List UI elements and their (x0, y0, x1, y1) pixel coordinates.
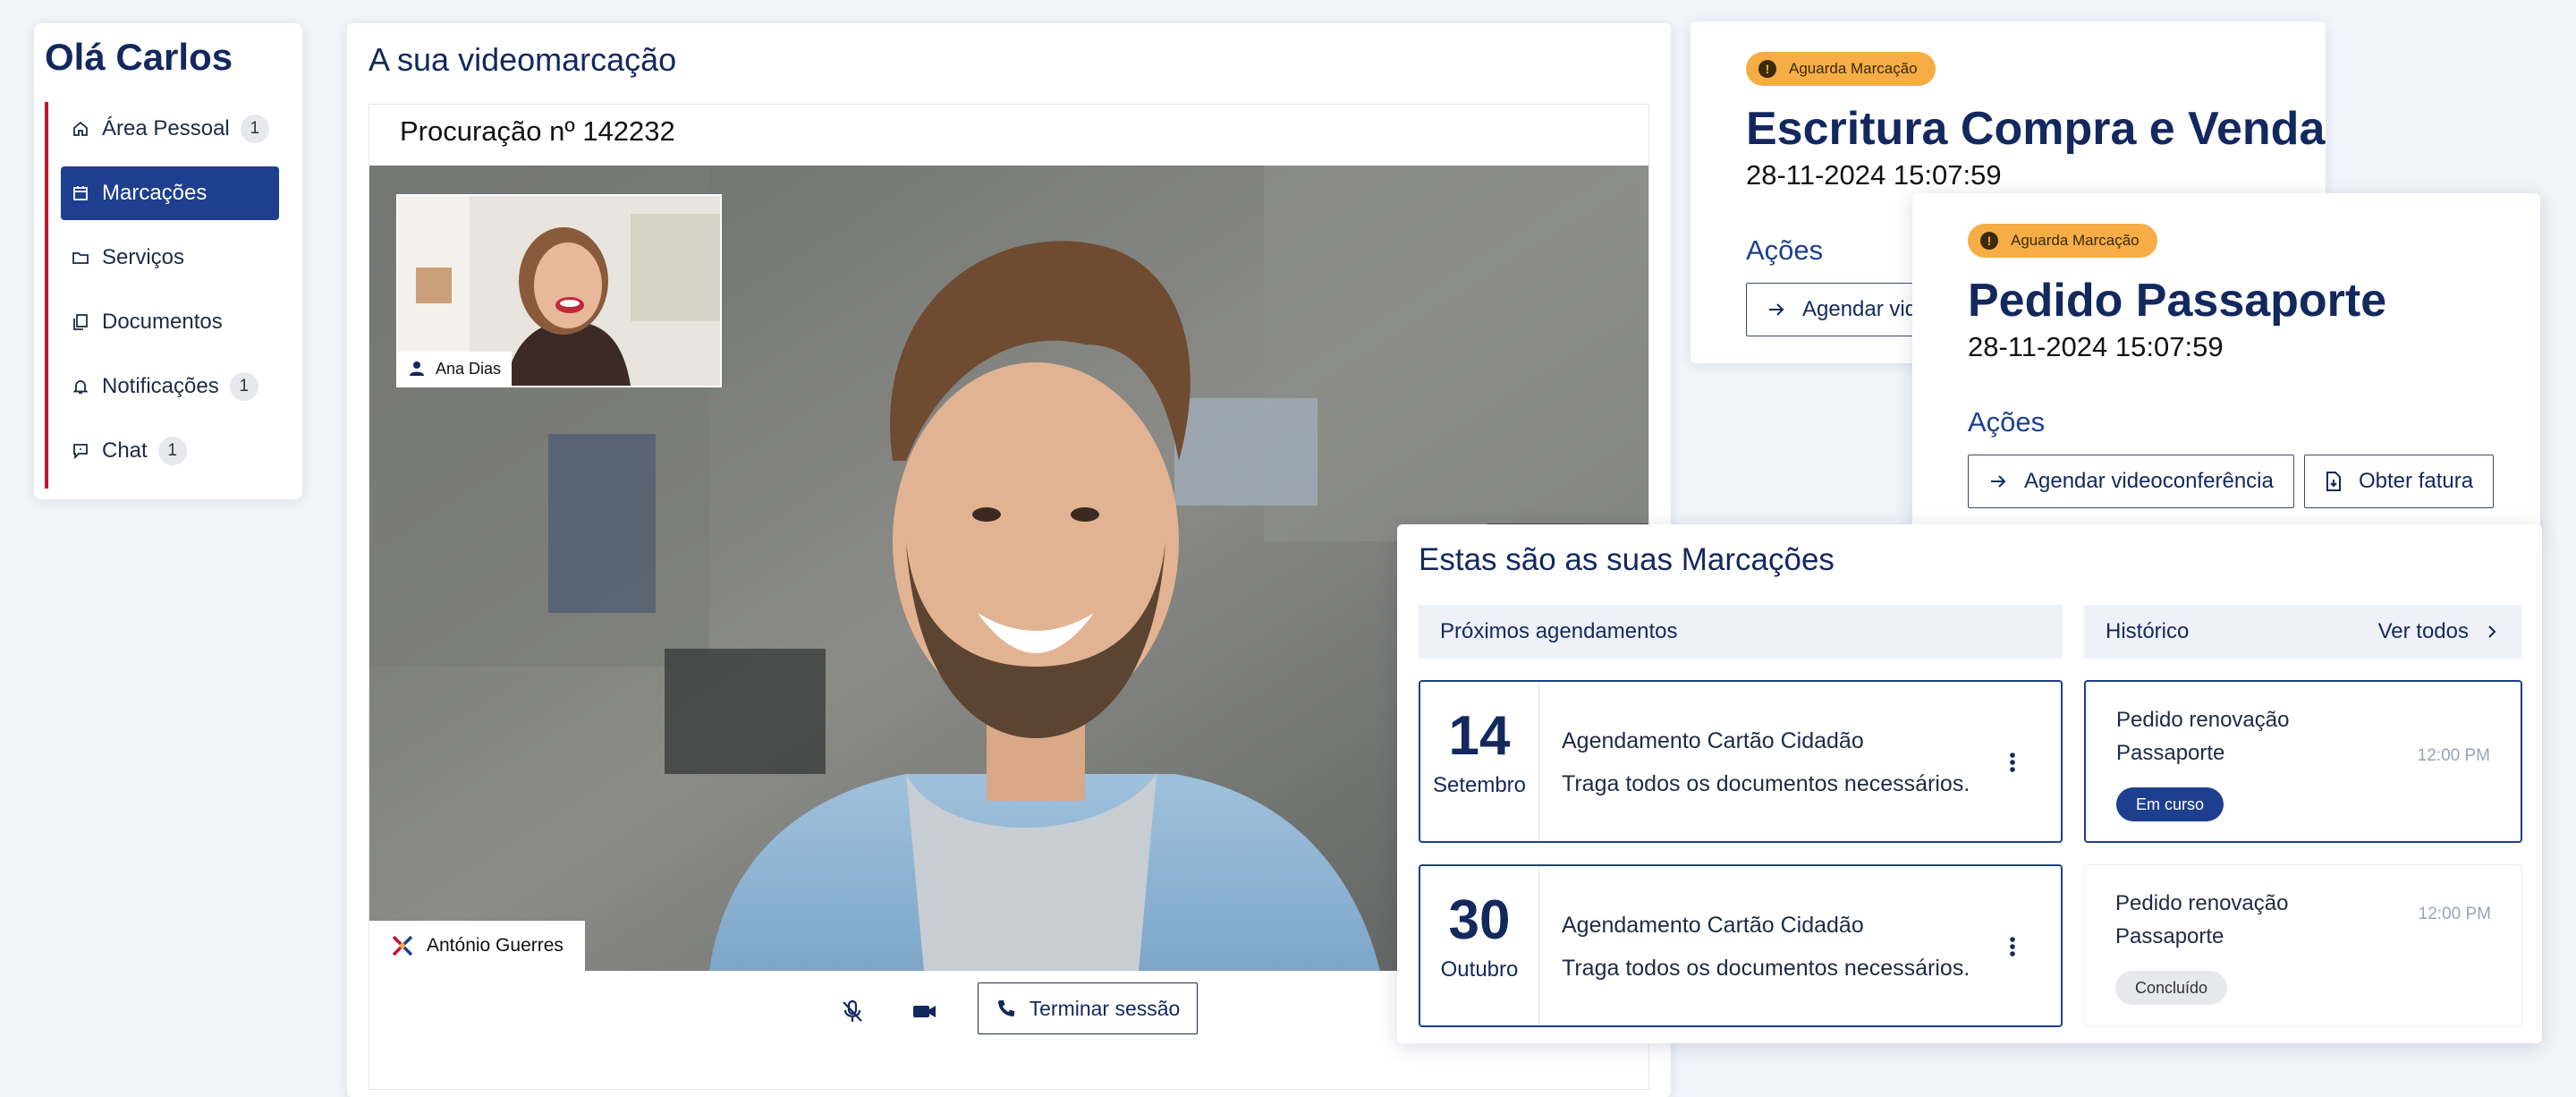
more-options-icon[interactable] (2009, 752, 2016, 778)
upcoming-header: Próximos agendamentos (1419, 605, 2063, 659)
appointment-date: 30 Outubro (1420, 866, 1539, 1025)
video-call-title: Procuração nº 142232 (400, 115, 675, 147)
status-badge: Em curso (2116, 787, 2224, 821)
sidebar-item-servicos[interactable]: Serviços (61, 231, 279, 285)
appointments-title: Estas são as suas Marcações (1419, 542, 1835, 577)
booking-title: Pedido Passaporte (1968, 275, 2387, 327)
count-badge: 1 (229, 372, 258, 401)
main-participant-name: António Guerres (427, 935, 564, 956)
sidebar: Olá Carlos Área Pessoal 1 Marcações Serv… (34, 23, 302, 499)
more-options-icon[interactable] (2009, 936, 2016, 962)
chat-icon (72, 442, 89, 460)
appointment-card[interactable]: 14 Setembro Agendamento Cartão Cidadão T… (1419, 680, 2063, 843)
mic-off-icon[interactable] (838, 997, 867, 1025)
appointment-month: Outubro (1440, 957, 1519, 982)
calendar-icon (72, 184, 89, 202)
status-badge: ! Aguarda Marcação (1968, 224, 2157, 258)
appointment-subtitle: Traga todos os documentos necessários. (1562, 771, 1970, 796)
arrow-right-icon (1991, 475, 2006, 488)
invoice-icon (2326, 472, 2341, 491)
sidebar-item-chat[interactable]: Chat 1 (61, 424, 279, 478)
appointment-month: Setembro (1432, 773, 1527, 797)
appointment-day: 14 (1448, 705, 1511, 767)
history-time: 12:00 PM (2417, 746, 2490, 765)
greeting: Olá Carlos (45, 36, 233, 78)
history-label: Histórico (2106, 619, 2190, 643)
sidebar-nav: Área Pessoal 1 Marcações Serviços Docume… (45, 102, 290, 489)
invoice-label: Obter fatura (2359, 469, 2474, 493)
sidebar-item-label: Área Pessoal (102, 116, 230, 140)
appointment-day: 30 (1448, 889, 1511, 951)
sidebar-item-label: Notificações (102, 374, 219, 398)
booking-datetime: 28-11-2024 15:07:59 (1968, 331, 2224, 362)
see-all-link[interactable]: Ver todos (2378, 619, 2501, 644)
self-view-video[interactable]: Ana Dias (396, 194, 722, 387)
history-header: Histórico Ver todos (2084, 605, 2522, 659)
end-session-label: Terminar sessão (1029, 996, 1181, 1020)
status-label: Aguarda Marcação (1789, 60, 1918, 77)
upcoming-label: Próximos agendamentos (1440, 619, 1678, 643)
video-heading: A sua videomarcação (369, 41, 677, 78)
booking-title: Escritura Compra e Venda (1746, 103, 2326, 155)
appointment-subtitle: Traga todos os documentos necessários. (1562, 956, 1970, 981)
home-icon (72, 120, 89, 138)
chevron-right-icon (2488, 625, 2496, 638)
sidebar-item-label: Marcações (102, 181, 208, 205)
main-participant-tag: António Guerres (369, 921, 585, 971)
logo-icon (392, 935, 413, 957)
participant-name: Ana Dias (436, 359, 502, 378)
sidebar-item-label: Chat (102, 438, 148, 463)
schedule-videoconference-button[interactable]: Agendar videoconferência (1968, 455, 2294, 508)
history-card[interactable]: Pedido renovação Passaporte 12:00 PM Em … (2084, 680, 2522, 843)
booking-datetime: 28-11-2024 15:07:59 (1746, 159, 2002, 191)
camera-icon[interactable] (910, 997, 938, 1025)
count-badge: 1 (240, 115, 269, 143)
sidebar-item-documentos[interactable]: Documentos (61, 295, 279, 349)
sidebar-item-marcacoes[interactable]: Marcações (61, 166, 279, 220)
get-invoice-button[interactable]: Obter fatura (2304, 455, 2495, 508)
documents-icon (72, 313, 89, 331)
arrow-right-icon (1769, 303, 1784, 316)
appointment-card[interactable]: 30 Outubro Agendamento Cartão Cidadão Tr… (1419, 864, 2063, 1027)
sidebar-item-label: Serviços (102, 245, 185, 269)
alert-icon: ! (1980, 232, 1998, 250)
count-badge: 1 (157, 437, 187, 465)
phone-icon (997, 1000, 1014, 1016)
appointment-title: Agendamento Cartão Cidadão (1562, 913, 1864, 938)
appointments-panel: Estas são as suas Marcações Próximos age… (1397, 524, 2542, 1043)
history-title: Pedido renovação Passaporte (2115, 891, 2289, 948)
history-title: Pedido renovação Passaporte (2116, 708, 2290, 765)
status-badge: Concluído (2115, 971, 2228, 1005)
see-all-label: Ver todos (2377, 619, 2469, 643)
appointment-date: 14 Setembro (1420, 682, 1539, 841)
actions-heading: Ações (1746, 234, 1824, 266)
history-time: 12:00 PM (2418, 905, 2491, 923)
schedule-label: Agendar videoconferência (2024, 469, 2274, 493)
folder-icon (72, 249, 89, 267)
actions-heading: Ações (1968, 406, 2046, 438)
alert-icon: ! (1758, 60, 1776, 78)
bell-icon (72, 378, 89, 395)
end-session-button[interactable]: Terminar sessão (978, 982, 1198, 1034)
participant-name-tag: Ana Dias (398, 352, 513, 386)
sidebar-item-label: Documentos (102, 310, 223, 334)
history-card[interactable]: Pedido renovação Passaporte 12:00 PM Con… (2084, 864, 2522, 1027)
booking-card-passaporte: ! Aguarda Marcação Pedido Passaporte 28-… (1912, 193, 2540, 535)
sidebar-item-notificacoes[interactable]: Notificações 1 (61, 360, 279, 413)
sidebar-item-area-pessoal[interactable]: Área Pessoal 1 (61, 102, 279, 156)
status-label: Aguarda Marcação (2011, 232, 2140, 249)
status-badge: ! Aguarda Marcação (1746, 52, 1936, 86)
appointment-title: Agendamento Cartão Cidadão (1562, 728, 1864, 753)
person-icon (410, 361, 424, 376)
